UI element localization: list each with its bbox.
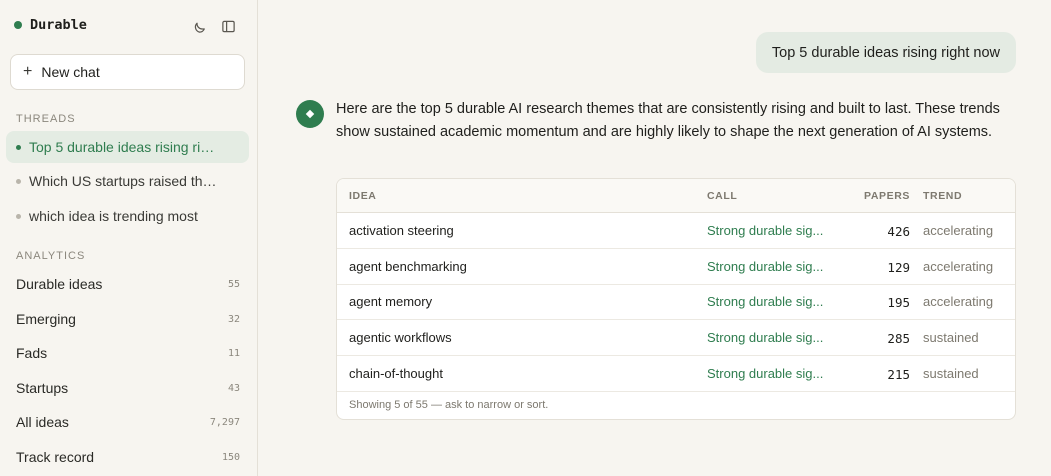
moon-icon[interactable]	[190, 17, 208, 35]
nav-count: 150	[221, 451, 240, 463]
nav-count: 11	[227, 347, 240, 359]
table-footer: Showing 5 of 55 — ask to narrow or sort.	[349, 399, 549, 411]
nav-count: 32	[227, 313, 240, 325]
cell-papers: 215	[887, 367, 910, 382]
nav-label: All ideas	[16, 414, 69, 430]
nav-label: Durable ideas	[16, 276, 103, 292]
column-header-idea[interactable]: IDEA	[349, 190, 377, 202]
thread-label: Which US startups raised the most	[29, 173, 219, 189]
cell-call[interactable]: Strong durable sig...	[707, 223, 823, 238]
cell-idea: activation steering	[349, 223, 454, 238]
nav-item-durable-ideas[interactable]: Durable ideas 55	[16, 276, 240, 292]
nav-item-fads[interactable]: Fads 11	[16, 345, 240, 361]
nav-item-startups[interactable]: Startups 43	[16, 380, 240, 396]
bullet-icon	[16, 213, 21, 219]
nav-label: Track record	[16, 449, 95, 465]
thread-item[interactable]: Which US startups raised the most	[6, 165, 249, 197]
threads-heading: THREADS	[16, 113, 76, 125]
column-header-call[interactable]: CALL	[707, 190, 737, 202]
column-header-papers[interactable]: PAPERS	[864, 190, 910, 202]
cell-idea: agent benchmarking	[349, 259, 467, 274]
nav-item-emerging[interactable]: Emerging 32	[16, 311, 240, 327]
brand-name: Durable	[30, 17, 87, 33]
cell-idea: chain-of-thought	[349, 366, 443, 381]
table-row[interactable]: agent memory Strong durable sig... 195 a…	[337, 284, 1015, 320]
thread-label: Top 5 durable ideas rising right now	[29, 139, 219, 155]
table-row[interactable]: activation steering Strong durable sig..…	[337, 213, 1015, 249]
bullet-icon	[16, 144, 21, 150]
nav-label: Fads	[16, 345, 48, 361]
column-header-trend[interactable]: TREND	[923, 190, 962, 202]
nav-count: 43	[227, 382, 240, 394]
cell-papers: 285	[887, 331, 910, 346]
cell-trend: accelerating	[923, 294, 994, 309]
new-chat-button[interactable]: + New chat	[10, 54, 245, 90]
table-row[interactable]: agent benchmarking Strong durable sig...…	[337, 249, 1015, 285]
cell-trend: sustained	[923, 366, 979, 381]
thread-item[interactable]: which idea is trending most	[6, 200, 249, 232]
user-message: Top 5 durable ideas rising right now	[755, 32, 1016, 73]
cell-papers: 426	[887, 224, 910, 239]
nav-label: Emerging	[16, 311, 76, 327]
cell-call[interactable]: Strong durable sig...	[707, 330, 823, 345]
assistant-message: Here are the top 5 durable AI research t…	[336, 101, 1000, 140]
cell-papers: 195	[887, 295, 910, 310]
nav-label: Startups	[16, 380, 69, 396]
nav-count: 7,297	[209, 416, 240, 428]
cell-trend: sustained	[923, 330, 979, 345]
cell-papers: 129	[887, 260, 910, 275]
table-header: IDEA CALL PAPERS TREND	[337, 179, 1015, 213]
cell-call[interactable]: Strong durable sig...	[707, 259, 823, 274]
results-table: IDEA CALL PAPERS TREND activation steeri…	[336, 178, 1016, 420]
new-chat-label: New chat	[41, 64, 100, 80]
brand[interactable]: Durable	[14, 17, 87, 33]
assistant-avatar	[296, 100, 324, 128]
thread-label: which idea is trending most	[29, 208, 198, 224]
cell-idea: agentic workflows	[349, 330, 452, 345]
sidebar-panel-icon[interactable]	[219, 17, 237, 35]
cell-call[interactable]: Strong durable sig...	[707, 366, 823, 381]
cell-call[interactable]: Strong durable sig...	[707, 294, 823, 309]
bullet-icon	[16, 178, 21, 184]
cell-idea: agent memory	[349, 294, 433, 309]
nav-count: 55	[227, 278, 240, 290]
nav-item-all-ideas[interactable]: All ideas 7,297	[16, 414, 240, 430]
table-row[interactable]: chain-of-thought Strong durable sig... 2…	[337, 356, 1015, 392]
thread-item[interactable]: Top 5 durable ideas rising right now	[6, 131, 249, 163]
status-dot-icon	[14, 21, 22, 29]
table-row[interactable]: agentic workflows Strong durable sig... …	[337, 320, 1015, 356]
analytics-heading: ANALYTICS	[16, 250, 86, 262]
chat-main: Top 5 durable ideas rising right now Her…	[258, 0, 1051, 476]
cell-trend: accelerating	[923, 259, 994, 274]
sidebar: Durable + New chat THREADS Top 5 durable…	[0, 0, 258, 476]
nav-item-track-record[interactable]: Track record 150	[16, 449, 240, 465]
cell-trend: accelerating	[923, 223, 994, 238]
diamond-icon	[305, 109, 315, 119]
plus-icon: +	[23, 63, 33, 80]
